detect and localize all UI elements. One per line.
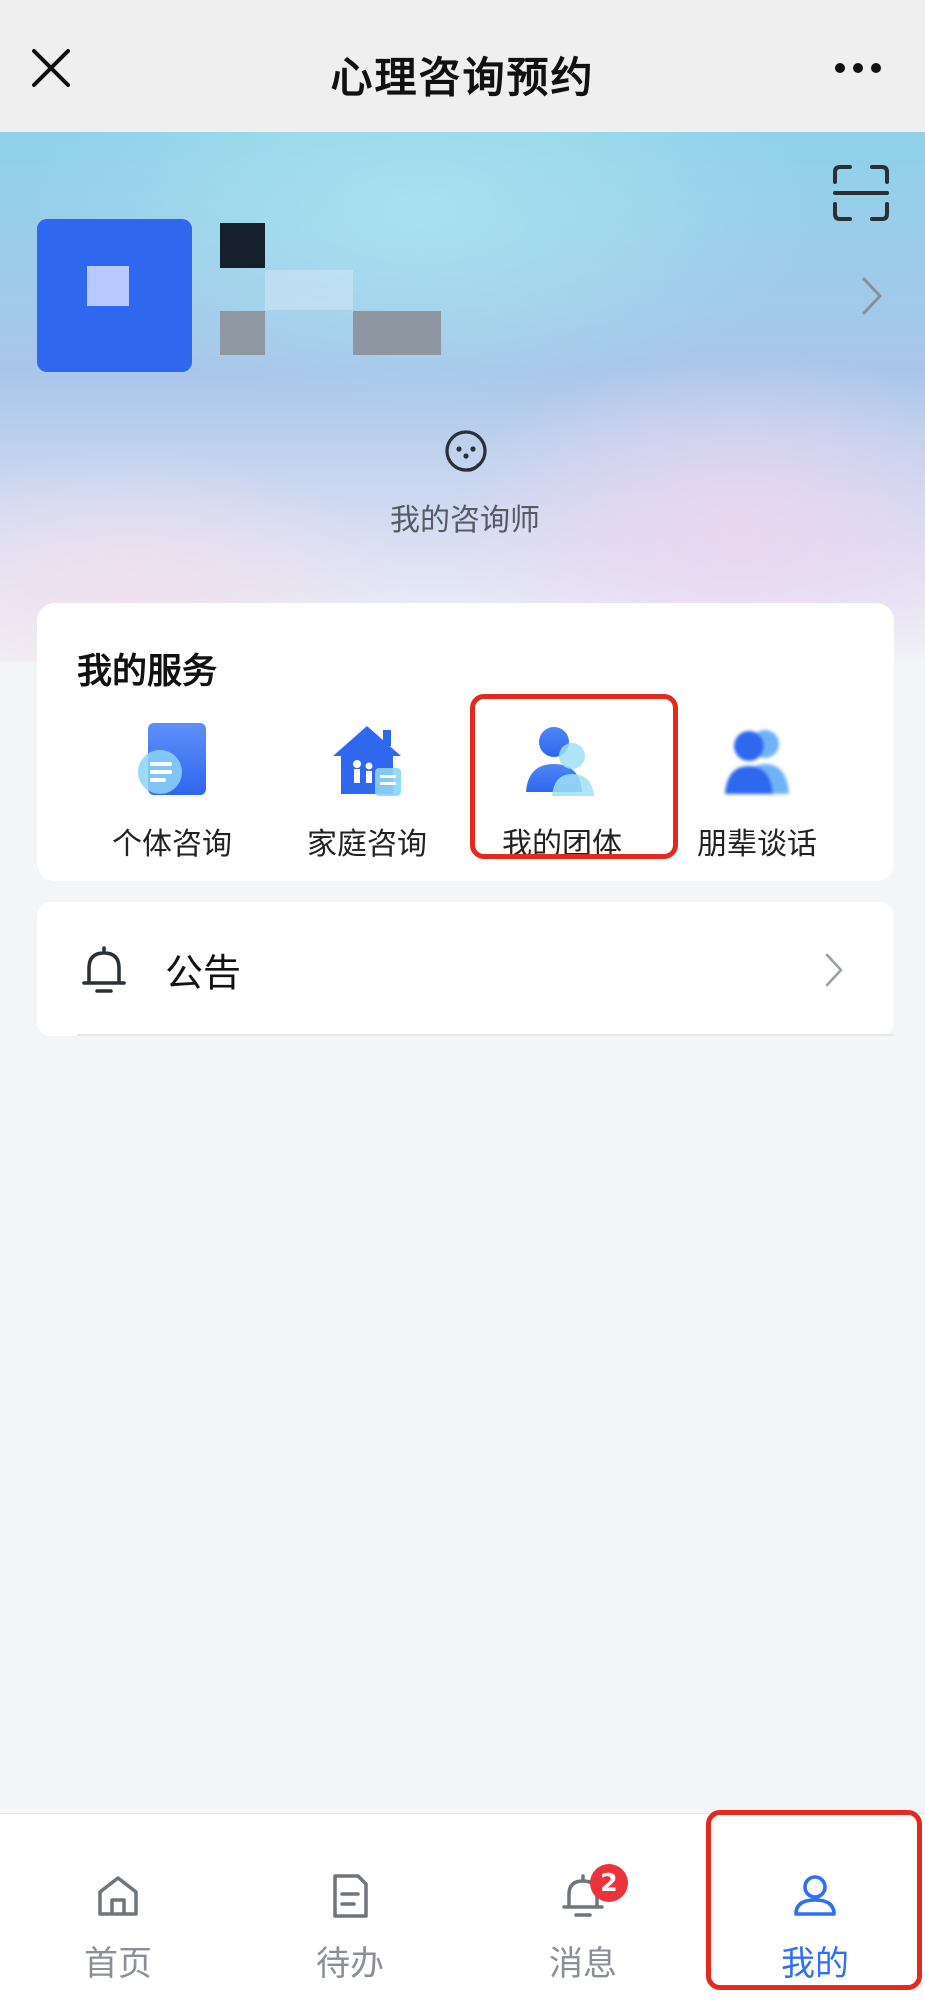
tab-label: 消息 — [549, 1944, 617, 1984]
service-peer-talk[interactable]: 朋辈谈话 — [667, 720, 847, 862]
service-label: 朋辈谈话 — [697, 827, 817, 862]
tab-messages[interactable]: 2 消息 — [498, 1814, 668, 2001]
service-label: 个体咨询 — [112, 827, 232, 862]
divider — [77, 1034, 894, 1036]
tab-todo[interactable]: 待办 — [265, 1814, 435, 2001]
services-title: 我的服务 — [77, 652, 218, 692]
group-person-icon — [526, 727, 594, 796]
peer-talk-icon — [725, 730, 789, 794]
document-chat-icon — [138, 723, 206, 795]
top-nav-bar: 心理咨询预约 — [0, 0, 925, 132]
tab-home[interactable]: 首页 — [33, 1814, 203, 2001]
scan-icon[interactable] — [832, 164, 890, 222]
services-card: 我的服务 个体咨询 家庭咨询 我的团体 朋辈谈话 — [37, 603, 894, 881]
chevron-right-icon — [825, 953, 843, 987]
user-name-pixelated — [265, 270, 353, 310]
avatar[interactable] — [37, 219, 192, 372]
user-name-pixelated — [220, 223, 265, 268]
service-label: 我的团体 — [502, 827, 622, 862]
notice-row[interactable]: 公告 — [37, 902, 894, 1036]
profile-banner — [0, 132, 925, 662]
my-consultant-label: 我的咨询师 — [390, 503, 540, 538]
service-label: 家庭咨询 — [307, 827, 427, 862]
tab-label: 待办 — [316, 1944, 384, 1984]
tab-mine[interactable]: 我的 — [730, 1814, 900, 2001]
unread-badge: 2 — [590, 1864, 628, 1902]
notice-label: 公告 — [165, 951, 242, 995]
bell-icon — [82, 946, 126, 993]
service-my-group[interactable]: 我的团体 — [472, 720, 652, 862]
user-info-pixelated — [220, 311, 265, 355]
page-title: 心理咨询预约 — [330, 53, 595, 102]
my-consultant-button[interactable]: 我的咨询师 — [370, 425, 560, 540]
service-individual-consulting[interactable]: 个体咨询 — [82, 720, 262, 862]
service-family-consulting[interactable]: 家庭咨询 — [277, 720, 457, 862]
user-icon — [794, 1875, 836, 1916]
user-info-pixelated — [353, 311, 441, 355]
tab-label: 我的 — [781, 1944, 849, 1984]
tab-label: 首页 — [84, 1944, 152, 1984]
house-family-icon — [333, 726, 401, 796]
home-icon — [98, 1876, 138, 1916]
todo-icon — [333, 1874, 368, 1918]
more-icon[interactable] — [833, 60, 883, 76]
bottom-tab-bar: 首页 待办 2 消息 我的 — [0, 1813, 925, 2001]
headset-icon — [445, 430, 487, 472]
chevron-right-icon[interactable] — [860, 275, 884, 317]
